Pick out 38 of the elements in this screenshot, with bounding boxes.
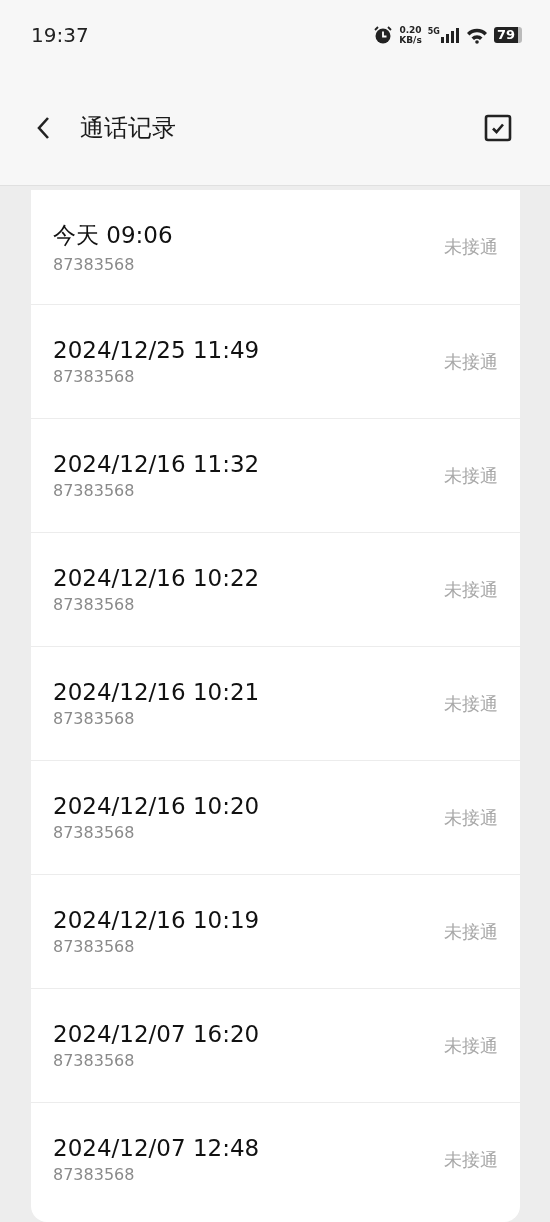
select-checkbox-icon[interactable] [484, 113, 512, 142]
call-status: 未接通 [444, 1033, 498, 1058]
call-time[interactable]: 2024/12/16 10:21 [53, 679, 260, 705]
call-status: 未接通 [444, 1147, 498, 1172]
call-time[interactable]: 2024/12/16 11:32 [53, 451, 260, 477]
network-type: 5G [427, 27, 440, 36]
call-time[interactable]: 2024/12/16 10:20 [53, 793, 260, 819]
phone-number: 87383568 [53, 367, 136, 386]
phone-number: 87383568 [53, 1051, 136, 1070]
call-time[interactable]: 2024/12/16 10:19 [53, 907, 260, 933]
call-time[interactable]: 2024/12/07 16:20 [53, 1021, 260, 1047]
call-status: 未接通 [444, 691, 498, 716]
speed-value: 0.20 [399, 25, 422, 35]
status-time: 19:37 [31, 23, 89, 47]
phone-number: 87383568 [53, 595, 136, 614]
call-status: 未接通 [444, 349, 498, 374]
phone-number: 87383568 [53, 709, 136, 728]
call-status: 未接通 [444, 805, 498, 830]
signal-icon [439, 27, 460, 43]
page-title: 通话记录 [80, 112, 177, 144]
wifi-icon [465, 26, 488, 44]
call-status: 未接通 [444, 919, 498, 944]
call-time[interactable]: 2024/12/25 11:49 [53, 337, 260, 363]
phone-number: 87383568 [53, 937, 136, 956]
battery-indicator: 79 [493, 27, 522, 43]
phone-number: 87383568 [53, 255, 136, 274]
call-status: 未接通 [444, 577, 498, 602]
call-time[interactable]: 今天 09:06 [53, 220, 173, 251]
alarm-clock-icon [373, 25, 394, 45]
speed-unit: KB/s [399, 35, 422, 45]
call-time[interactable]: 2024/12/07 12:48 [53, 1135, 260, 1161]
phone-number: 87383568 [53, 1165, 136, 1184]
call-time[interactable]: 2024/12/16 10:22 [53, 565, 260, 591]
call-status: 未接通 [444, 463, 498, 488]
call-status: 未接通 [444, 235, 498, 259]
phone-number: 87383568 [53, 823, 136, 842]
back-button[interactable] [36, 115, 50, 140]
phone-number: 87383568 [53, 481, 136, 500]
